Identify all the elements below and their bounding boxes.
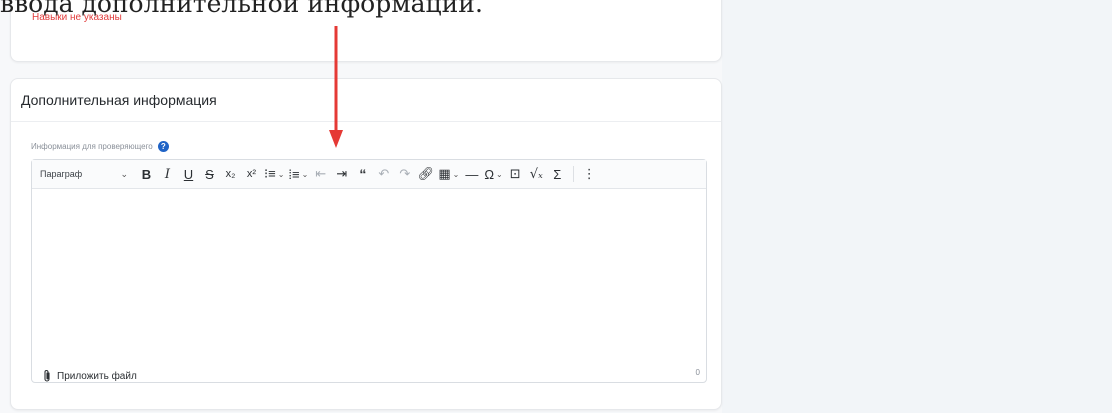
caption-text: ввода дополнительной информации. xyxy=(0,0,483,18)
bold-icon[interactable]: B xyxy=(136,163,157,185)
attach-file-label: Приложить файл xyxy=(57,370,137,382)
strikethrough-icon[interactable]: S xyxy=(199,163,220,185)
subscript-icon[interactable]: x₂ xyxy=(220,163,241,185)
field-label-row: Информация для проверяющего ? xyxy=(31,139,169,153)
sum-icon[interactable]: Σ xyxy=(547,163,568,185)
superscript-icon[interactable]: x² xyxy=(241,163,262,185)
undo-icon[interactable]: ↶ xyxy=(373,163,394,185)
question-circle-icon[interactable]: ? xyxy=(157,140,169,152)
horizontal-line-icon[interactable]: — xyxy=(461,163,482,185)
rich-text-editor: Параграф ⌄ B I U S x₂ x² ⁝≡ ⌄ ⁞≡ ⌄ ⇤ ⇥ “ ↶… xyxy=(31,159,707,383)
character-count: 0 xyxy=(695,368,700,377)
numbered-list-icon[interactable]: ⁝≡ ⌄ xyxy=(262,163,286,185)
italic-icon[interactable]: I xyxy=(157,163,178,185)
additional-info-card: Дополнительная информация Информация для… xyxy=(10,78,722,410)
toolbar-divider xyxy=(572,166,574,182)
field-label: Информация для проверяющего xyxy=(31,141,153,151)
paragraph-format-label: Параграф xyxy=(40,169,83,179)
link-icon[interactable]: 🔗︎ xyxy=(415,163,436,185)
right-panel xyxy=(722,0,1112,413)
paperclip-icon xyxy=(44,370,50,382)
math-formula-icon[interactable]: √ₓ xyxy=(526,163,547,185)
underline-icon[interactable]: U xyxy=(178,163,199,185)
attach-file-button[interactable]: Приложить файл xyxy=(41,369,137,383)
editor-toolbar: Параграф ⌄ B I U S x₂ x² ⁝≡ ⌄ ⁞≡ ⌄ ⇤ ⇥ “ ↶… xyxy=(32,160,706,189)
more-options-icon[interactable]: ⋮ xyxy=(579,163,600,185)
section-title: Дополнительная информация xyxy=(21,92,217,108)
section-header: Дополнительная информация xyxy=(11,79,721,122)
red-arrow-annotation xyxy=(329,26,343,148)
indent-icon[interactable]: ⇥ xyxy=(331,163,352,185)
media-icon[interactable]: ⊡ xyxy=(505,163,526,185)
bulleted-list-icon[interactable]: ⁞≡ ⌄ xyxy=(286,163,310,185)
paragraph-format-select[interactable]: Параграф ⌄ xyxy=(32,163,136,185)
redo-icon[interactable]: ↷ xyxy=(394,163,415,185)
table-icon[interactable]: ▦ ⌄ xyxy=(436,163,461,185)
chevron-down-icon: ⌄ xyxy=(120,168,128,179)
outdent-icon[interactable]: ⇤ xyxy=(310,163,331,185)
blockquote-icon[interactable]: “ xyxy=(352,163,373,185)
editor-content-area[interactable] xyxy=(32,189,706,382)
special-characters-icon[interactable]: Ω ⌄ xyxy=(482,163,504,185)
